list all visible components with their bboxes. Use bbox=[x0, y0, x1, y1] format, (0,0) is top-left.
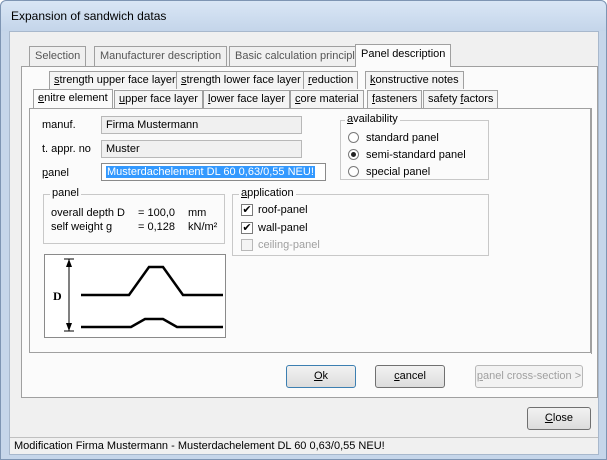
application-legend: application bbox=[239, 187, 296, 199]
window-title: Expansion of sandwich datas bbox=[11, 9, 167, 23]
tab-manufacturer-description-label: Manufacturer description bbox=[100, 50, 222, 62]
dimension-arrow-bottom bbox=[66, 323, 72, 331]
ok-button[interactable]: Ok bbox=[286, 365, 356, 388]
tab-selection-label: Selection bbox=[35, 50, 81, 62]
checkbox-wall-panel[interactable]: ✔ bbox=[241, 222, 253, 234]
manuf-label: manuf. bbox=[42, 119, 76, 131]
manuf-value: Firma Mustermann bbox=[106, 119, 199, 131]
approval-number-field[interactable]: Muster bbox=[101, 140, 302, 158]
panel-name-input[interactable]: Musterdachelement DL 60 0,63/0,55 NEU! bbox=[101, 163, 326, 181]
subtab-strength-lower-face-layer[interactable]: strength lower face layer bbox=[176, 71, 306, 89]
page-border-right bbox=[591, 108, 592, 354]
self-weight-label: self weight g bbox=[51, 221, 113, 233]
panel-dimensions-group: panel bbox=[43, 187, 225, 244]
tab-basic-calculation-principle-label: Basic calculation principle bbox=[235, 50, 361, 62]
checkbox-roof-panel-label: roof-panel bbox=[258, 204, 308, 216]
checkbox-ceiling-panel-label: ceiling-panel bbox=[258, 239, 320, 251]
panel-cross-section-diagram: D bbox=[44, 254, 226, 338]
self-weight-unit: kN/m² bbox=[188, 221, 218, 233]
dialog-client-area: Selection Manufacturer description Basic… bbox=[9, 31, 599, 455]
dialog-window: Expansion of sandwich datas Selection Ma… bbox=[0, 0, 607, 460]
subtab-reduction[interactable]: reduction bbox=[303, 71, 359, 89]
approval-number-value: Muster bbox=[106, 143, 140, 155]
subtab-upper-face-layer[interactable]: upper face layer bbox=[114, 90, 203, 108]
panel-name-value: Musterdachelement DL 60 0,63/0,55 NEU! bbox=[106, 166, 315, 178]
lower-face-profile bbox=[81, 317, 223, 329]
radio-semi-standard-panel-label: semi-standard panel bbox=[366, 149, 466, 161]
radio-special-panel[interactable] bbox=[348, 166, 359, 177]
subtab-strength-upper-face-layer[interactable]: strength upper face layer bbox=[49, 71, 181, 89]
radio-standard-panel-label: standard panel bbox=[366, 132, 439, 144]
overall-depth-value: = 100,0 bbox=[138, 207, 176, 219]
availability-legend: availability bbox=[345, 113, 400, 125]
tab-manufacturer-description[interactable]: Manufacturer description bbox=[94, 46, 228, 66]
subtab-core-material[interactable]: core material bbox=[290, 90, 364, 108]
checkbox-ceiling-panel[interactable] bbox=[241, 239, 253, 251]
tab-selection[interactable]: Selection bbox=[29, 46, 87, 66]
overall-depth-unit: mm bbox=[188, 207, 207, 219]
close-button[interactable]: Close bbox=[527, 407, 591, 430]
panel-dimensions-legend: panel bbox=[50, 187, 81, 199]
overall-depth-label: overall depth D bbox=[51, 207, 125, 219]
status-text: Modification Firma Mustermann - Musterda… bbox=[14, 440, 385, 452]
checkbox-wall-panel-label: wall-panel bbox=[258, 222, 308, 234]
subtab-enitre-element[interactable]: enitre element bbox=[33, 89, 113, 108]
self-weight-value: = 0,128 bbox=[138, 221, 176, 233]
upper-face-profile bbox=[81, 265, 223, 297]
subtab-konstructive-notes[interactable]: konstructive notes bbox=[365, 71, 464, 89]
tab-panel-description[interactable]: Panel description bbox=[355, 44, 452, 67]
radio-special-panel-label: special panel bbox=[366, 166, 431, 178]
panel-cross-section-button[interactable]: panel cross-section > bbox=[475, 365, 583, 388]
manuf-field[interactable]: Firma Mustermann bbox=[101, 116, 302, 134]
cancel-button[interactable]: cancel bbox=[375, 365, 445, 388]
checkbox-roof-panel[interactable]: ✔ bbox=[241, 204, 253, 216]
cross-section-drawing: D bbox=[53, 258, 223, 332]
subtab-fasteners[interactable]: fasteners bbox=[367, 90, 423, 108]
approval-number-label: t. appr. no bbox=[42, 143, 91, 155]
dimension-label-d: D bbox=[53, 289, 62, 303]
panel-label: panel bbox=[42, 167, 69, 179]
title-bar[interactable]: Expansion of sandwich datas bbox=[1, 1, 606, 31]
subtab-lower-face-layer[interactable]: lower face layer bbox=[203, 90, 291, 108]
tab-panel-description-label: Panel description bbox=[361, 48, 446, 60]
radio-standard-panel[interactable] bbox=[348, 132, 359, 143]
status-bar: Modification Firma Mustermann - Musterda… bbox=[10, 437, 598, 455]
dimension-arrow-top bbox=[66, 259, 72, 267]
subtab-safety-factors[interactable]: safety factors bbox=[423, 90, 499, 108]
tab-basic-calculation-principle[interactable]: Basic calculation principle bbox=[229, 46, 367, 66]
radio-semi-standard-panel[interactable] bbox=[348, 149, 359, 160]
